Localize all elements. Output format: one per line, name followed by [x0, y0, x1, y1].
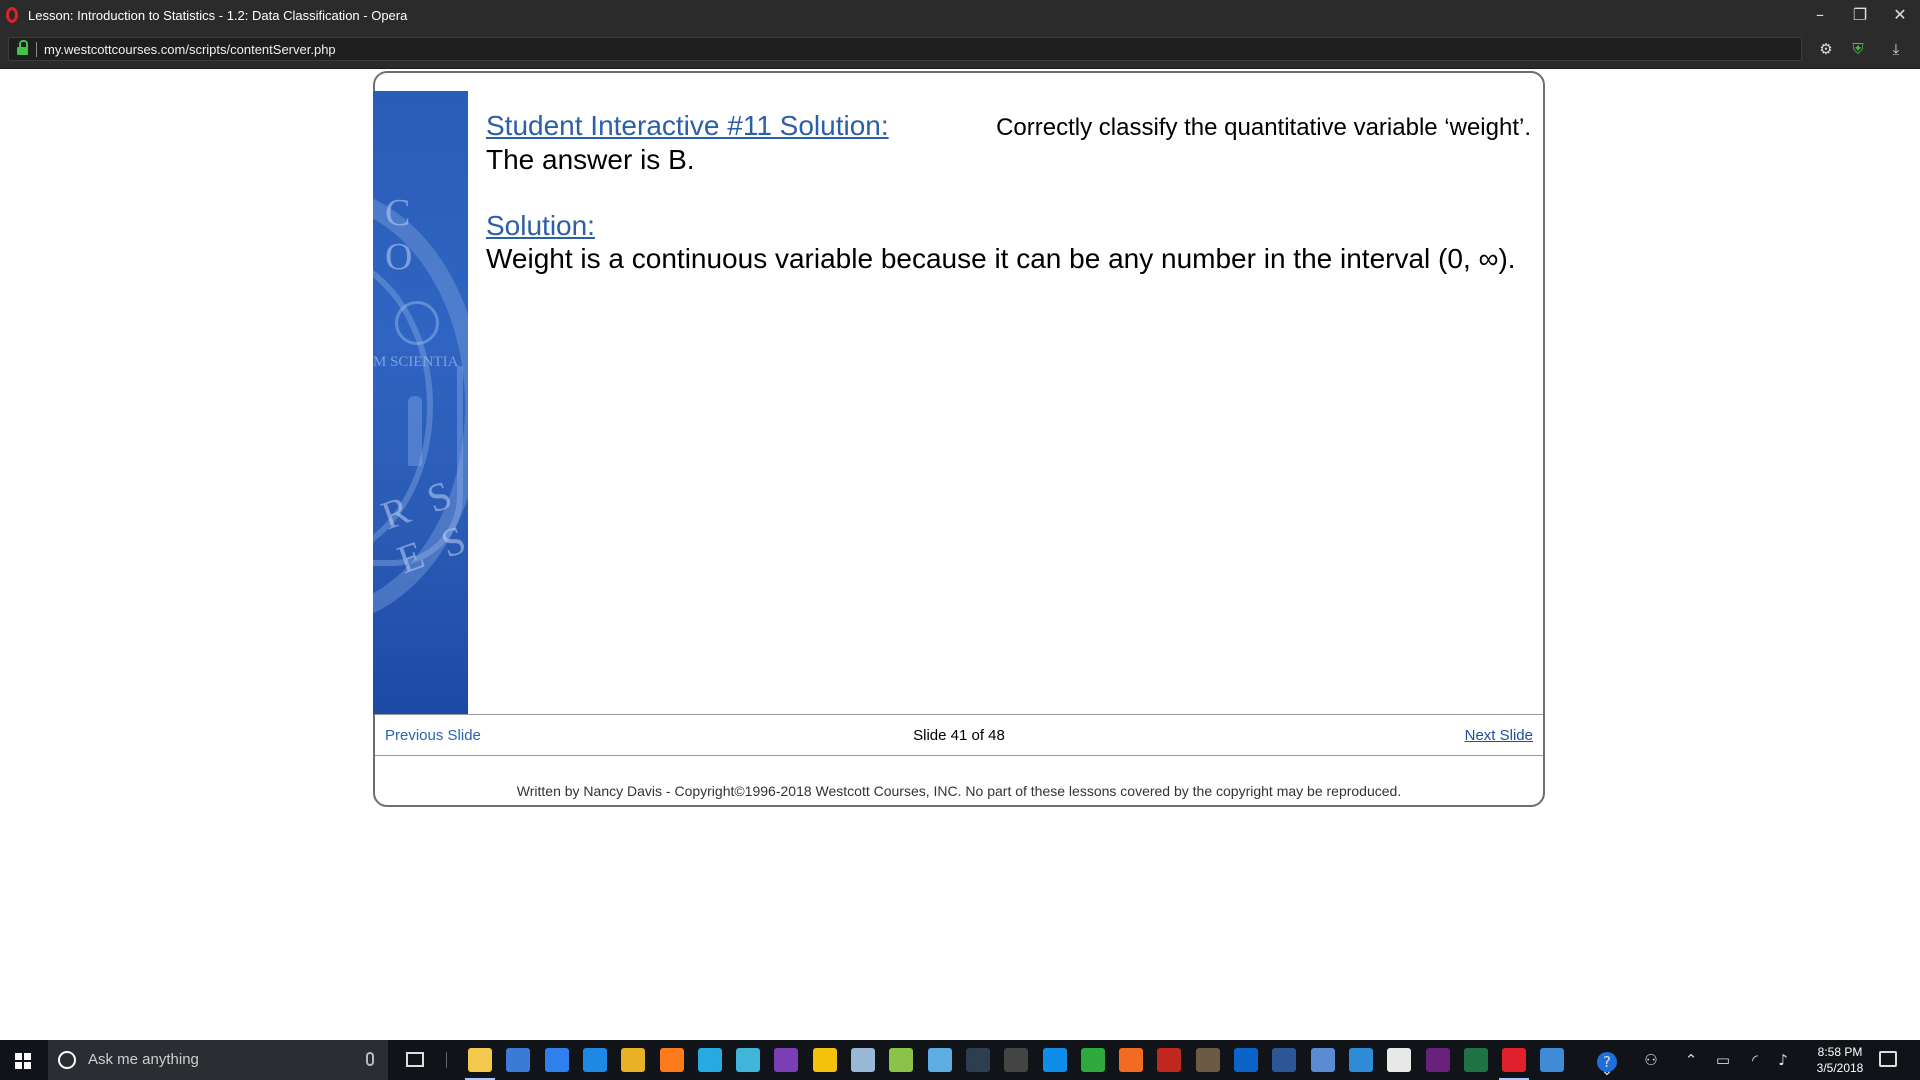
lock-icon	[17, 40, 28, 55]
url-text[interactable]: my.westcottcourses.com/scripts/contentSe…	[44, 42, 336, 57]
battery-icon[interactable]: ▭	[1713, 1050, 1733, 1070]
help-icon[interactable]: ?	[1597, 1052, 1617, 1072]
solution-text: Weight is a continuous variable because …	[486, 243, 1516, 274]
globe-icon	[395, 301, 439, 345]
calculator-icon[interactable]	[1004, 1048, 1028, 1072]
word-icon[interactable]	[1272, 1048, 1296, 1072]
copyright-footer: Written by Nancy Davis - Copyright©1996-…	[516, 783, 1402, 799]
solution-label: Solution:	[486, 210, 595, 241]
clock-date: 3/5/2018	[1816, 1061, 1864, 1075]
solution-heading: Student Interactive #11 Solution:	[486, 110, 889, 141]
opera-icon[interactable]	[1499, 1048, 1529, 1080]
excel-icon[interactable]	[1464, 1048, 1488, 1072]
cortana-icon	[58, 1051, 76, 1069]
filezilla-icon[interactable]	[1157, 1048, 1181, 1072]
app-icon[interactable]	[736, 1048, 760, 1072]
windows-logo-icon	[15, 1053, 31, 1069]
vpn-shield-icon[interactable]: ⛨	[1847, 38, 1869, 60]
visual-studio-icon[interactable]	[1426, 1048, 1450, 1072]
settings-icon[interactable]: ⚙	[1815, 38, 1837, 60]
start-button[interactable]	[0, 1040, 46, 1080]
opera-logo-icon	[6, 7, 18, 23]
taskbar-separator	[446, 1052, 447, 1068]
chevron-up-icon[interactable]: ⌃	[1681, 1050, 1701, 1070]
slide-counter: Slide 41 of 48	[913, 727, 1005, 744]
xampp-icon[interactable]	[1119, 1048, 1143, 1072]
notes-app-icon[interactable]	[928, 1048, 952, 1072]
screen-app-icon[interactable]	[1540, 1048, 1564, 1072]
network-app-icon[interactable]	[1311, 1048, 1335, 1072]
star-app-icon[interactable]	[813, 1048, 837, 1072]
mail-icon[interactable]	[1387, 1048, 1411, 1072]
seal-sidebar: C O M SCIENTIA R S E S	[373, 91, 468, 714]
task-view-icon[interactable]	[406, 1052, 424, 1067]
store-icon[interactable]	[506, 1048, 530, 1072]
edge-icon[interactable]	[583, 1048, 607, 1072]
answer-text: The answer is B.	[486, 144, 695, 175]
slide-navigation: Previous Slide Slide 41 of 48 Next Slide	[375, 714, 1543, 756]
outlook-icon[interactable]	[1234, 1048, 1258, 1072]
code-app-icon[interactable]	[966, 1048, 990, 1072]
camtasia-icon[interactable]	[1081, 1048, 1105, 1072]
clock[interactable]: 8:58 PM 3/5/2018	[1800, 1044, 1880, 1076]
volume-icon[interactable]: ♪	[1773, 1050, 1793, 1070]
microphone-icon[interactable]	[366, 1052, 374, 1066]
download-icon[interactable]: ⤓	[1885, 38, 1907, 60]
teamviewer-icon[interactable]	[1043, 1048, 1067, 1072]
restore-icon[interactable]: ❐	[1840, 0, 1880, 30]
media-app-icon[interactable]	[1196, 1048, 1220, 1072]
address-bar: my.westcottcourses.com/scripts/contentSe…	[0, 30, 1920, 69]
window-title: Lesson: Introduction to Statistics - 1.2…	[28, 8, 408, 23]
title-bar: Lesson: Introduction to Statistics - 1.2…	[0, 0, 1920, 30]
people-icon[interactable]: ⚇	[1641, 1050, 1661, 1070]
slide-frame	[373, 71, 1545, 807]
remote-app-icon[interactable]	[1349, 1048, 1373, 1072]
next-slide-link[interactable]: Next Slide	[1465, 727, 1533, 744]
chrome-icon[interactable]	[621, 1048, 645, 1072]
cortana-search[interactable]: Ask me anything	[48, 1040, 388, 1080]
dp-app-icon[interactable]	[774, 1048, 798, 1072]
seal-text-top: C O	[385, 192, 423, 278]
vscode-icon[interactable]	[545, 1048, 569, 1072]
wifi-icon[interactable]: ◜	[1745, 1050, 1765, 1070]
seal-text-middle: M SCIENTIA	[373, 354, 459, 370]
taskbar: Ask me anything ⌃ ⌄ ? ⚇ ⌃ ▭ ◜ ♪ 8:58 PM …	[0, 1040, 1920, 1080]
clock-time: 8:58 PM	[1817, 1045, 1863, 1059]
close-icon[interactable]: ✕	[1880, 0, 1920, 30]
minimize-icon[interactable]: –	[1800, 0, 1840, 30]
notification-icon[interactable]	[1879, 1051, 1897, 1067]
file-explorer-icon[interactable]	[465, 1048, 495, 1080]
url-separator	[36, 42, 37, 57]
url-field[interactable]: my.westcottcourses.com/scripts/contentSe…	[8, 37, 1802, 61]
firefox-icon[interactable]	[660, 1048, 684, 1072]
question-prompt: Correctly classify the quantitative vari…	[996, 114, 1531, 141]
ie-icon[interactable]	[698, 1048, 722, 1072]
paint-icon[interactable]	[851, 1048, 875, 1072]
lambda-app-icon[interactable]	[889, 1048, 913, 1072]
search-placeholder: Ask me anything	[88, 1051, 199, 1068]
torch-icon	[408, 396, 422, 466]
